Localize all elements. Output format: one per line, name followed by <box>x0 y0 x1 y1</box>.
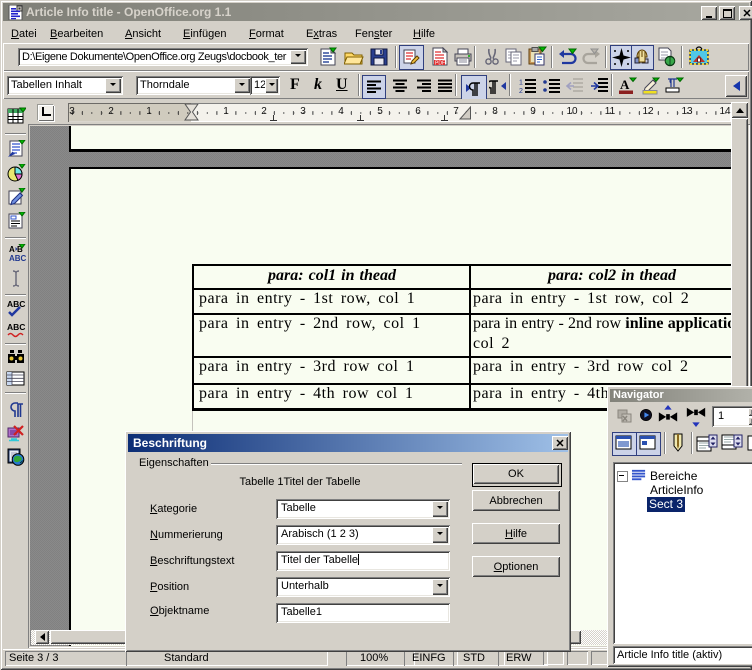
svg-text:A: A <box>620 77 630 92</box>
svg-text:2: 2 <box>519 88 523 94</box>
svg-text:1: 1 <box>519 80 523 87</box>
svg-text:A: A <box>9 245 15 254</box>
svg-text:ABC: ABC <box>7 299 25 309</box>
svg-text:ABC: ABC <box>9 254 26 263</box>
svg-text:ABC: ABC <box>7 322 25 332</box>
svg-text:PDF: PDF <box>435 61 445 67</box>
